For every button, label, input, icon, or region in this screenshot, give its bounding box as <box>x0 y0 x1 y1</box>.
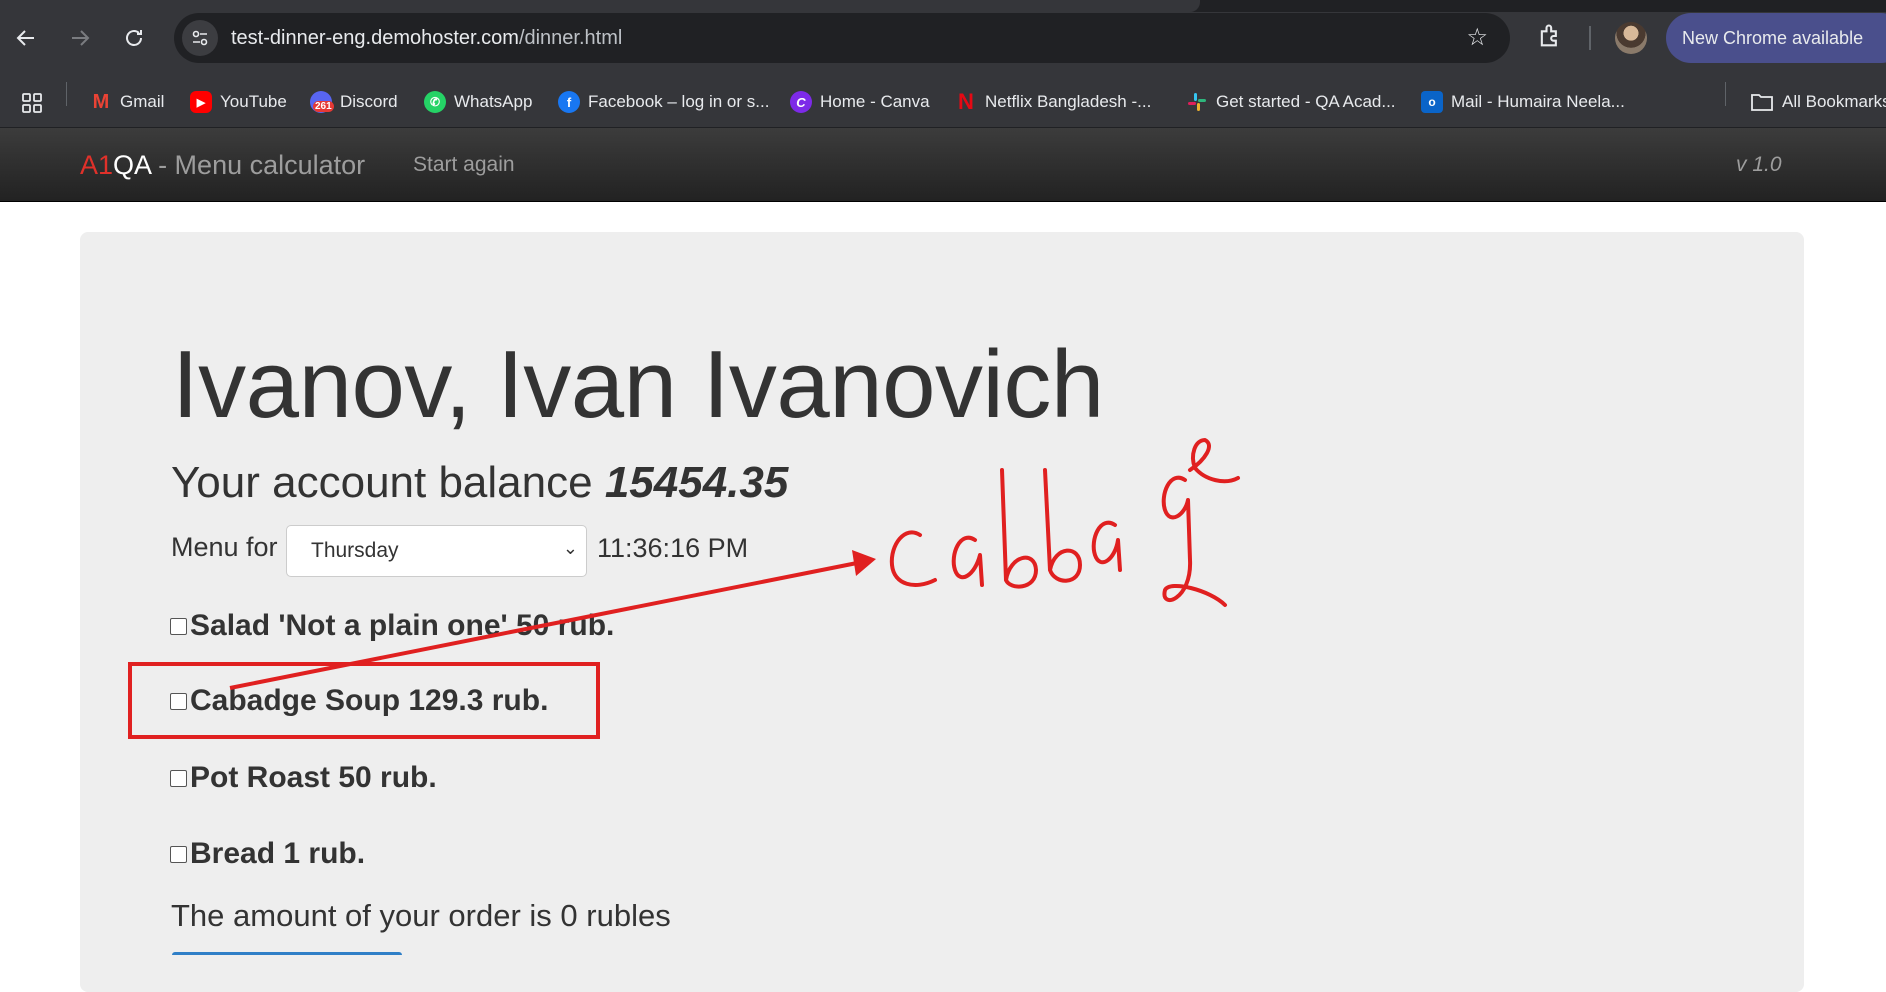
arrow-right-icon <box>72 30 90 46</box>
chrome-update-label: New Chrome available <box>1682 27 1864 48</box>
canva-icon: C <box>790 91 812 113</box>
bookmark-canva[interactable]: C Home - Canva <box>790 88 930 116</box>
bookmark-divider <box>1725 82 1726 106</box>
slack-logo-icon <box>1188 93 1206 111</box>
dish-label[interactable]: Pot Roast 50 rub. <box>190 761 437 795</box>
dish-checkbox-salad[interactable] <box>170 617 187 635</box>
chevron-down-icon: ⌄ <box>562 538 578 559</box>
order-total: The amount of your order is 0 rubles <box>171 898 671 933</box>
forward-button[interactable] <box>62 20 98 56</box>
balance-value: 15454.35 <box>604 458 789 507</box>
dish-label[interactable]: Salad 'Not a plain one' 50 rub. <box>190 609 614 643</box>
bookmark-label: Gmail <box>120 92 165 111</box>
dish-item: Salad 'Not a plain one' 50 rub. <box>170 609 614 643</box>
bookmark-outlook[interactable]: o Mail - Humaira Neela... <box>1421 88 1625 116</box>
balance-label: Your account balance <box>171 458 605 507</box>
discord-icon: 261 <box>310 91 334 113</box>
whatsapp-icon: ✆ <box>424 91 446 113</box>
user-name-heading: Ivanov, Ivan Ivanovich <box>172 331 1104 438</box>
bookmark-whatsapp[interactable]: ✆ WhatsApp <box>424 88 532 116</box>
start-again-link[interactable]: Start again <box>413 153 515 177</box>
dish-label[interactable]: Bread 1 rub. <box>190 837 365 871</box>
facebook-icon: f <box>558 91 580 113</box>
brand-logo[interactable]: A1QA - Menu calculator <box>80 150 365 181</box>
reload-icon <box>126 30 142 46</box>
apps-grid-icon[interactable] <box>20 91 44 115</box>
dish-item: Pot Roast 50 rub. <box>170 761 437 795</box>
bookmark-label: Mail - Humaira Neela... <box>1451 92 1625 111</box>
site-info-button[interactable] <box>182 20 218 56</box>
reload-button[interactable] <box>116 20 152 56</box>
url-path: /dinner.html <box>518 27 623 49</box>
dish-checkbox-bread[interactable] <box>170 845 187 863</box>
all-bookmarks-label: All Bookmarks <box>1782 92 1886 111</box>
menu-for-label: Menu for <box>171 532 278 562</box>
version-label: v 1.0 <box>1736 153 1782 176</box>
bookmark-divider <box>66 82 67 106</box>
url-text[interactable]: test-dinner-eng.demohoster.com/dinner.ht… <box>231 27 622 50</box>
url-host: test-dinner-eng.demohoster.com <box>231 27 519 49</box>
bookmark-label: Home - Canva <box>820 92 930 111</box>
app-navbar: A1QA - Menu calculator Start again v 1.0 <box>0 128 1886 202</box>
outlook-icon: o <box>1421 91 1443 113</box>
folder-icon <box>1751 94 1773 111</box>
tune-icon <box>192 30 208 46</box>
bookmark-qa-academy[interactable]: Get started - QA Acad... <box>1186 88 1396 116</box>
back-button[interactable] <box>8 20 44 56</box>
bookmark-star-icon[interactable]: ☆ <box>1466 23 1488 51</box>
dish-item: Cabadge Soup 129.3 rub. <box>170 684 548 718</box>
brand-qa: QA <box>113 150 151 180</box>
chrome-update-button[interactable]: New Chrome available <box>1666 13 1886 63</box>
account-balance: Your account balance 15454.35 <box>171 458 788 508</box>
bookmark-label: Discord <box>340 92 398 111</box>
dish-checkbox-soup[interactable] <box>170 692 187 710</box>
selected-day: Thursday <box>311 539 399 562</box>
current-time: 11:36:16 PM <box>597 533 749 563</box>
brand-a1: A1 <box>80 150 114 180</box>
bookmark-youtube[interactable]: ▶ YouTube <box>190 88 287 116</box>
netflix-icon: N <box>958 89 974 114</box>
slack-icon <box>1186 91 1208 113</box>
dish-label[interactable]: Cabadge Soup 129.3 rub. <box>190 684 548 718</box>
arrow-left-icon <box>16 30 34 46</box>
bookmark-label: Get started - QA Acad... <box>1216 92 1396 111</box>
bookmark-label: YouTube <box>220 92 287 111</box>
notification-badge: 261 <box>313 101 334 112</box>
toolbar-divider <box>1589 26 1591 50</box>
brand-title: - Menu calculator <box>150 150 366 180</box>
tab-strip <box>0 0 1886 12</box>
dish-checkbox-pot-roast[interactable] <box>170 769 187 787</box>
bookmarks-bar: M Gmail ▶ YouTube 261 Discord ✆ WhatsApp… <box>0 76 1886 128</box>
all-bookmarks-folder[interactable]: All Bookmarks <box>1750 88 1886 116</box>
youtube-icon: ▶ <box>190 91 212 113</box>
profile-avatar[interactable] <box>1615 22 1647 54</box>
bookmark-label: Facebook – log in or s... <box>588 92 770 111</box>
dish-item: Bread 1 rub. <box>170 837 365 871</box>
gmail-icon: M <box>92 90 110 113</box>
bookmark-label: Netflix Bangladesh -... <box>985 92 1152 111</box>
browser-toolbar: test-dinner-eng.demohoster.com/dinner.ht… <box>0 0 1886 76</box>
bookmark-netflix[interactable]: N Netflix Bangladesh -... <box>955 88 1151 116</box>
bookmark-discord[interactable]: 261 Discord <box>310 88 398 116</box>
address-bar[interactable]: test-dinner-eng.demohoster.com/dinner.ht… <box>174 13 1510 63</box>
bookmark-gmail[interactable]: M Gmail <box>90 88 165 116</box>
day-select[interactable]: Thursday ⌄ <box>286 525 587 577</box>
bookmark-facebook[interactable]: f Facebook – log in or s... <box>558 88 769 116</box>
bookmark-label: WhatsApp <box>454 92 533 111</box>
extensions-icon[interactable] <box>1536 22 1564 50</box>
